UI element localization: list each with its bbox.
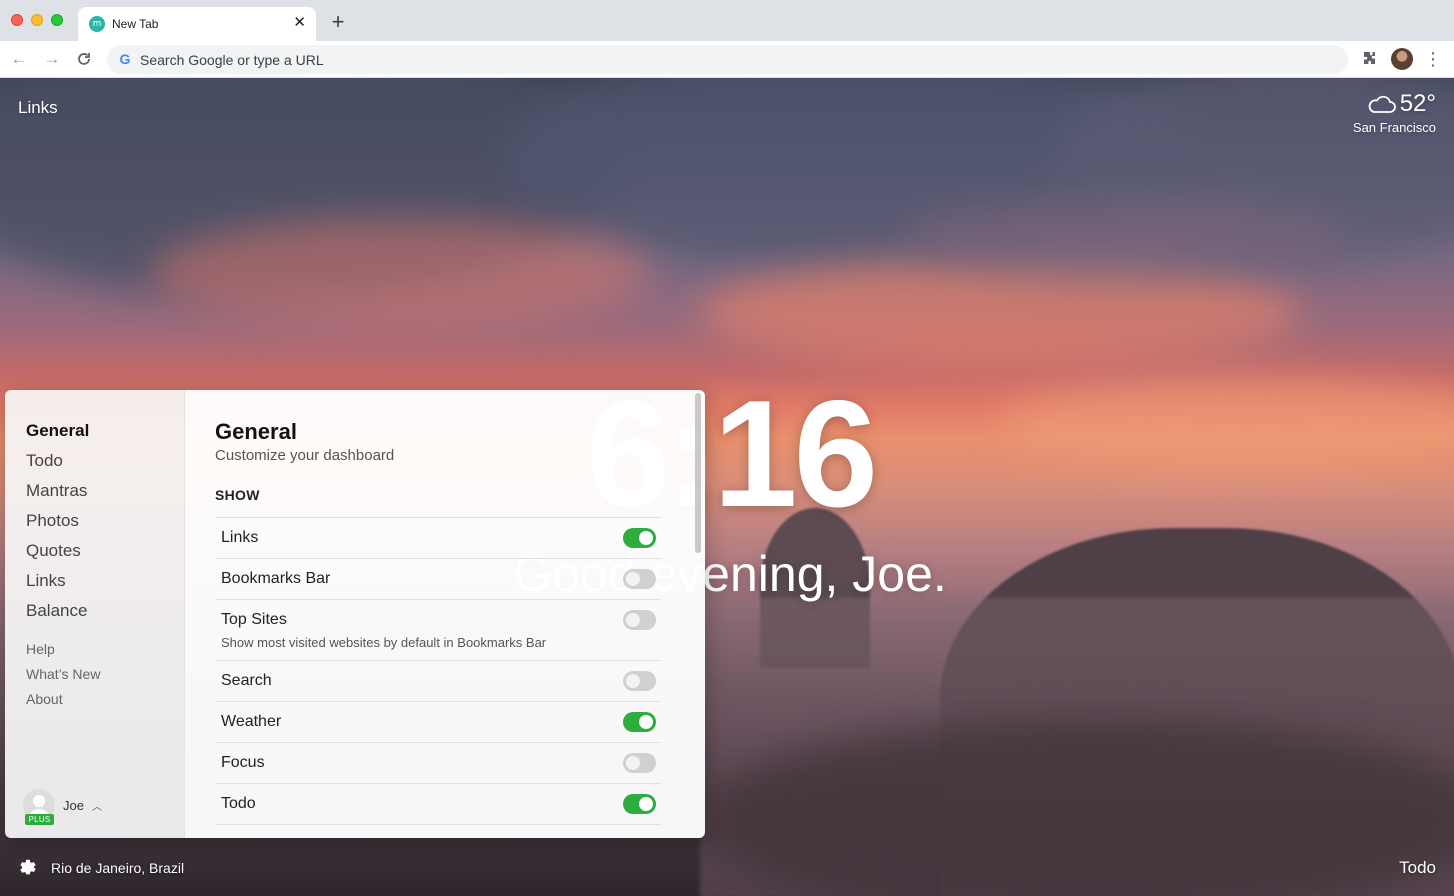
toggle-row-top-sites: Top Sites Show most visited websites by … [215, 600, 661, 661]
close-window-button[interactable] [11, 14, 23, 26]
settings-title: General [215, 419, 297, 444]
bookmarks-bar-toggle[interactable] [623, 569, 656, 589]
zoom-window-button[interactable] [51, 14, 63, 26]
weather-city: San Francisco [1352, 120, 1436, 135]
bottom-left-bar: Rio de Janeiro, Brazil [17, 857, 184, 879]
browser-toolbar: ← → G Search Google or type a URL ⋮ [0, 41, 1454, 78]
toggle-row-bookmarks-bar: Bookmarks Bar [215, 559, 661, 600]
tab-title: New Tab [112, 17, 159, 31]
settings-scrollbar[interactable] [695, 393, 701, 553]
settings-subtitle: Customize your dashboard [215, 447, 395, 464]
momentum-favicon-icon: m [89, 16, 105, 32]
chevron-up-icon: ︿ [91, 801, 102, 813]
settings-panel: General Todo Mantras Photos Quotes Links… [5, 390, 705, 838]
show-toggle-list: Links Bookmarks Bar Top Sites Show most … [215, 517, 661, 825]
todo-widget-button[interactable]: Todo [1399, 858, 1436, 878]
google-icon: G [119, 51, 131, 67]
forward-arrow-icon[interactable]: → [40, 48, 64, 70]
cloud-icon [1368, 95, 1396, 113]
reload-icon[interactable] [72, 48, 96, 70]
toggle-label: Bookmarks Bar [221, 570, 331, 587]
todo-toggle[interactable] [623, 794, 656, 814]
photo-location[interactable]: Rio de Janeiro, Brazil [51, 860, 184, 876]
settings-nav-help[interactable]: Help [26, 640, 100, 665]
toggle-label: Links [221, 529, 259, 546]
settings-nav-mantras[interactable]: Mantras [26, 481, 89, 511]
user-name: Joe [63, 797, 84, 813]
settings-nav-photos[interactable]: Photos [26, 511, 89, 541]
toggle-row-links: Links [215, 518, 661, 559]
settings-content: General Customize your dashboard SHOW Li… [185, 390, 705, 838]
toggle-row-search: Search [215, 661, 661, 702]
minimize-window-button[interactable] [31, 14, 43, 26]
toggle-row-focus: Focus [215, 743, 661, 784]
settings-nav-todo[interactable]: Todo [26, 451, 89, 481]
address-bar-placeholder: Search Google or type a URL [140, 52, 324, 68]
focus-toggle[interactable] [623, 753, 656, 773]
more-menu-icon[interactable]: ⋮ [1424, 48, 1442, 70]
search-toggle[interactable] [623, 671, 656, 691]
extensions-puzzle-icon[interactable] [1360, 50, 1378, 68]
weather-widget[interactable]: 52° San Francisco [1353, 90, 1436, 135]
weather-toggle[interactable] [623, 712, 656, 732]
links-widget-button[interactable]: Links [18, 98, 58, 118]
toggle-label: Weather [221, 713, 282, 730]
settings-nav-links[interactable]: Links [26, 571, 89, 601]
settings-nav-general[interactable]: General [26, 421, 89, 451]
toggle-label: Top Sites [221, 611, 287, 628]
back-arrow-icon[interactable]: ← [7, 48, 31, 70]
settings-nav-quotes[interactable]: Quotes [26, 541, 89, 571]
plus-badge: PLUS [25, 814, 54, 825]
toggle-label: Search [221, 672, 272, 689]
new-tab-button[interactable]: + [326, 11, 350, 35]
toggle-label: Todo [221, 795, 256, 812]
browser-tab[interactable]: m New Tab ✕ [78, 7, 316, 41]
toggle-description: Show most visited websites by default in… [221, 635, 547, 650]
close-tab-icon[interactable]: ✕ [293, 14, 306, 32]
settings-nav-about[interactable]: About [26, 690, 100, 715]
weather-temperature: 52° [1399, 90, 1436, 117]
address-bar[interactable]: G Search Google or type a URL [107, 45, 1348, 74]
gear-icon[interactable] [17, 857, 39, 879]
settings-sidebar: General Todo Mantras Photos Quotes Links… [5, 390, 185, 838]
settings-nav-balance[interactable]: Balance [26, 601, 89, 631]
toggle-row-todo: Todo [215, 784, 661, 825]
profile-avatar[interactable] [1391, 48, 1413, 70]
top-sites-toggle[interactable] [623, 610, 656, 630]
toggle-row-weather: Weather [215, 702, 661, 743]
show-section-header: SHOW [215, 487, 260, 503]
toggle-label: Focus [221, 754, 265, 771]
browser-tabstrip: m New Tab ✕ + [0, 0, 1454, 41]
settings-nav-whats-new[interactable]: What’s New [26, 665, 100, 690]
links-toggle[interactable] [623, 528, 656, 548]
